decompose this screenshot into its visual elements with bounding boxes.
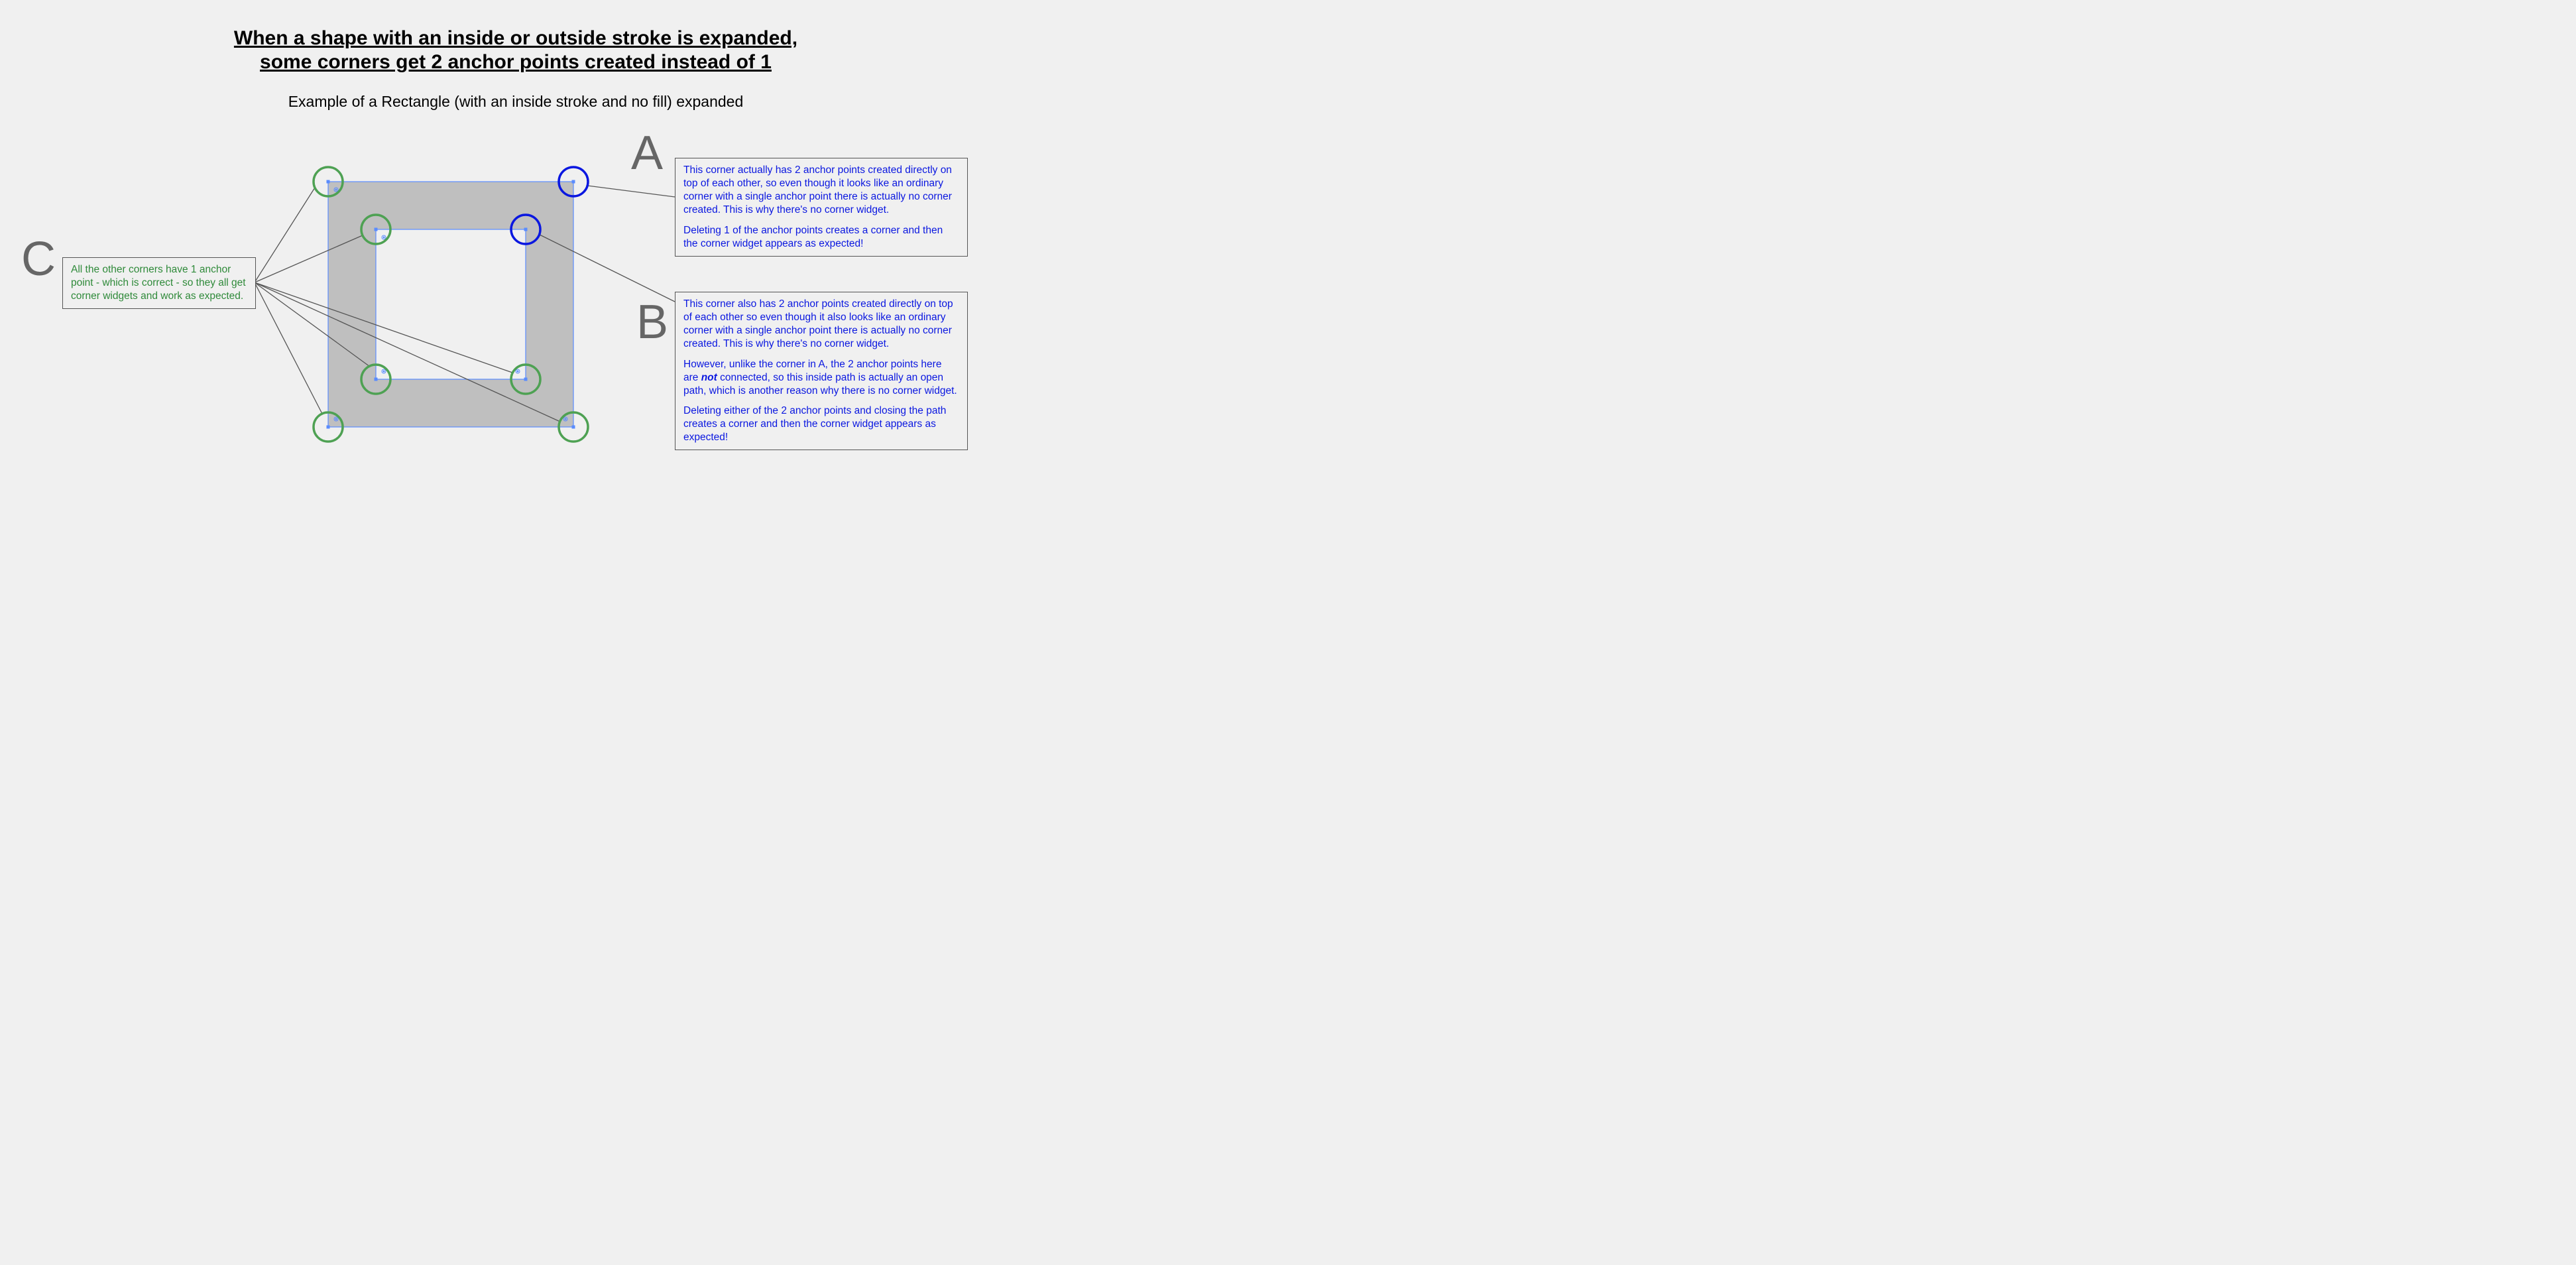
label-B: B [636, 295, 668, 349]
label-C: C [21, 232, 56, 286]
label-A: A [631, 126, 663, 180]
callout-A: This corner actually has 2 anchor points… [675, 158, 968, 257]
callout-C-text: All the other corners have 1 anchor poin… [71, 263, 247, 303]
callout-B-p3: Deleting either of the 2 anchor points a… [683, 404, 959, 444]
callout-B: This corner also has 2 anchor points cre… [675, 292, 968, 450]
callout-C: All the other corners have 1 anchor poin… [62, 257, 256, 309]
callout-A-p2: Deleting 1 of the anchor points creates … [683, 224, 959, 251]
diagram-canvas: When a shape with an inside or outside s… [0, 0, 1031, 507]
callout-B-p2: However, unlike the corner in A, the 2 a… [683, 358, 959, 398]
callout-B-p1: This corner also has 2 anchor points cre… [683, 298, 959, 351]
inner-selection-rect [376, 229, 526, 379]
callout-A-p1: This corner actually has 2 anchor points… [683, 164, 959, 217]
